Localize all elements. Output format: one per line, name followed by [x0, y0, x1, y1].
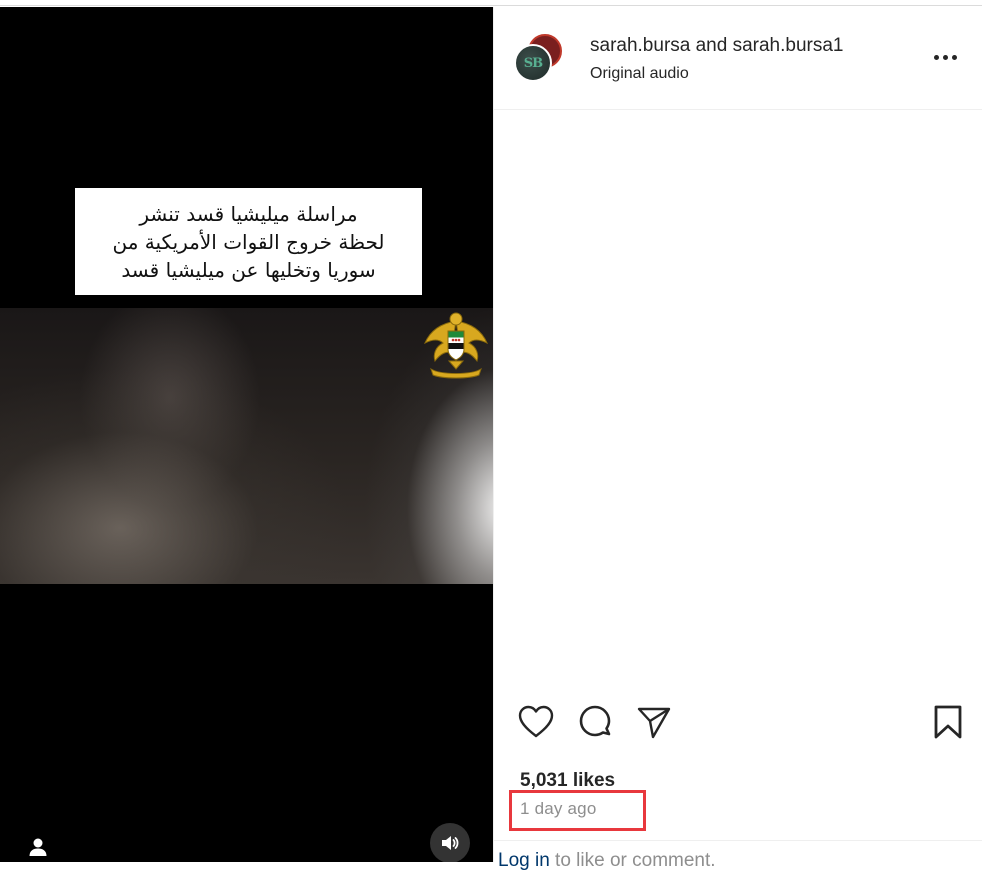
video-caption-box: مراسلة ميليشيا قسد تنشر لحظة خروج القوات… [75, 188, 422, 295]
more-dot-icon [951, 54, 957, 60]
share-icon [637, 707, 671, 739]
post-details-panel: SB sarah.bursa and sarah.bursa1 Original… [493, 7, 982, 871]
more-options-button[interactable] [930, 47, 960, 67]
caption-line-3: سوريا وتخليها عن ميليشيا قسد [121, 257, 376, 282]
video-player[interactable]: مراسلة ميليشيا قسد تنشر لحظة خروج القوات… [0, 7, 493, 862]
caption-line-2: لحظة خروج القوات الأمريكية من [112, 229, 385, 254]
login-prompt: Log in to like or comment. [498, 850, 716, 872]
more-dot-icon [942, 54, 948, 60]
comment-button[interactable] [575, 702, 615, 742]
save-button[interactable] [928, 702, 968, 742]
caption-line-1: مراسلة ميليشيا قسد تنشر [139, 201, 358, 226]
more-dot-icon [933, 54, 939, 60]
post-header: SB sarah.bursa and sarah.bursa1 Original… [494, 7, 982, 110]
likes-count[interactable]: 5,031 likes [520, 770, 615, 792]
avatar-front: SB [514, 44, 552, 82]
share-button[interactable] [634, 702, 674, 742]
login-prompt-text: to like or comment. [549, 850, 716, 871]
login-link[interactable]: Log in [498, 850, 550, 871]
original-audio-link[interactable]: Original audio [590, 65, 689, 83]
user-icon[interactable] [26, 835, 50, 859]
post-owners[interactable]: sarah.bursa and sarah.bursa1 [590, 35, 844, 57]
top-border [0, 0, 982, 6]
syrian-eagle-emblem-icon [424, 312, 488, 379]
post-actions-bar [494, 702, 982, 748]
volume-icon [442, 836, 459, 850]
divider [494, 840, 982, 841]
avatar[interactable]: SB [514, 34, 564, 84]
video-frame [0, 308, 493, 584]
highlight-annotation-box [509, 790, 646, 831]
heart-icon [518, 705, 554, 738]
like-button[interactable] [516, 702, 556, 742]
bookmark-icon [934, 705, 962, 739]
volume-button[interactable] [430, 823, 470, 862]
comment-icon [579, 705, 611, 737]
